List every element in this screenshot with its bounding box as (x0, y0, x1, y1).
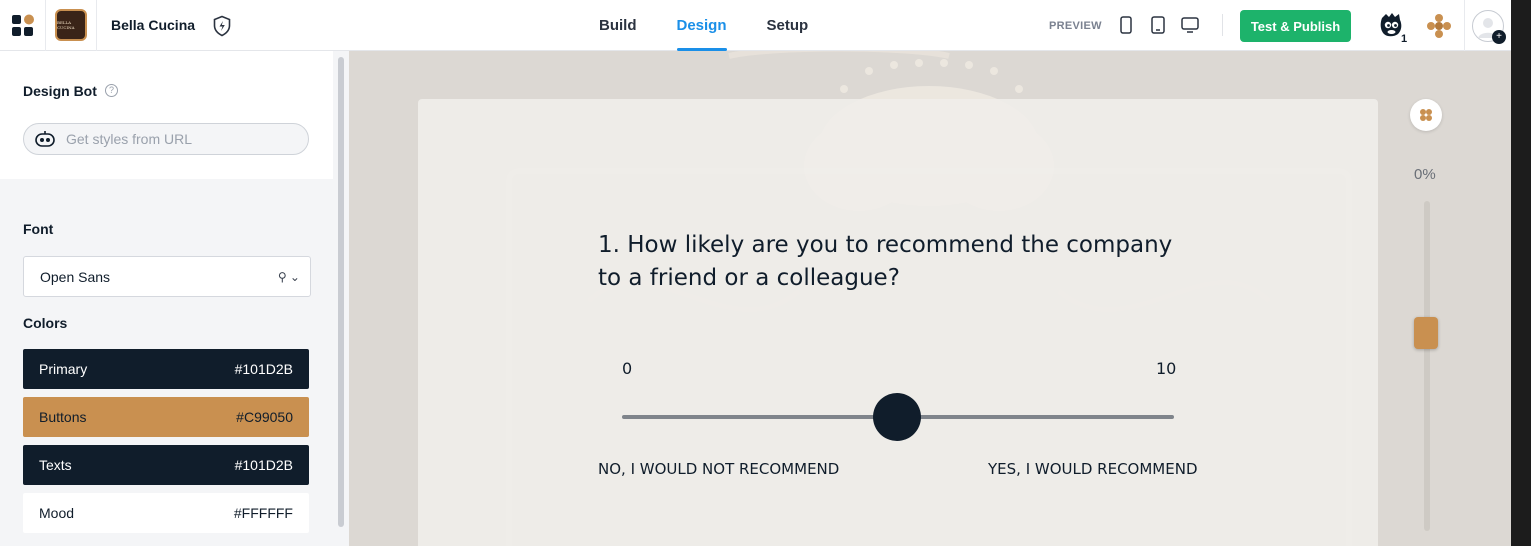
test-publish-button[interactable]: Test & Publish (1240, 10, 1351, 42)
high-anchor-label: YES, I WOULD RECOMMEND (988, 460, 1198, 478)
preview-label: PREVIEW (1049, 20, 1102, 32)
color-texts[interactable]: Texts #101D2B (23, 445, 309, 485)
divider (1222, 14, 1223, 36)
color-value: #101D2B (234, 457, 293, 473)
color-label: Primary (39, 361, 88, 377)
brand-badge-button[interactable] (1410, 99, 1442, 131)
app-logo-icon (11, 14, 34, 36)
chevron-down-icon: ⚲ ⌄ (277, 270, 300, 284)
avatar[interactable]: + (1472, 10, 1506, 44)
tab-setup[interactable]: Setup (767, 0, 809, 51)
color-mood[interactable]: Mood #FFFFFF (23, 493, 309, 533)
progress-track (1424, 201, 1430, 531)
integrations-icon[interactable] (1426, 13, 1452, 39)
color-buttons[interactable]: Buttons #C99050 (23, 397, 309, 437)
color-value: #C99050 (236, 409, 293, 425)
colors-title: Colors (23, 315, 68, 331)
app-logo-icon (1420, 109, 1432, 121)
color-value: #101D2B (234, 361, 293, 377)
tab-build[interactable]: Build (599, 0, 637, 51)
brand-logo: BELLA CUCINA (55, 9, 87, 41)
design-bot-title: Design Bot (23, 83, 97, 99)
progress-percent: 0% (1414, 166, 1436, 183)
color-label: Mood (39, 505, 75, 521)
window-edge (1511, 0, 1531, 546)
style-url-input[interactable]: Get styles from URL (23, 123, 309, 155)
tablet-preview-icon[interactable] (1151, 16, 1165, 34)
color-label: Texts (39, 457, 72, 473)
tab-design[interactable]: Design (676, 0, 727, 51)
divider (1464, 0, 1465, 51)
divider (96, 0, 97, 51)
progress-handle[interactable] (1414, 317, 1438, 349)
design-bot-panel: Design Bot ? Get styles from URL (0, 51, 333, 179)
font-title: Font (23, 221, 54, 237)
scale-min-label: 0 (622, 359, 633, 378)
bot-icon (35, 131, 55, 147)
font-selected-value: Open Sans (40, 268, 111, 285)
project-name[interactable]: Bella Cucina (111, 17, 195, 33)
brand-logo-text: BELLA CUCINA (57, 20, 75, 30)
help-icon[interactable]: ? (105, 84, 118, 97)
top-bar: BELLA CUCINA Bella Cucina Build Design S… (0, 0, 1511, 51)
scale-max-label: 10 (1156, 359, 1177, 378)
question-card: 1. How likely are you to recommend the c… (418, 99, 1378, 546)
question-text: 1. How likely are you to recommend the c… (598, 232, 1173, 291)
style-url-placeholder: Get styles from URL (66, 131, 193, 147)
main-tabs: Build Design Setup (599, 0, 848, 51)
notification-count: 1 (1401, 33, 1408, 45)
survey-preview-canvas: 1. How likely are you to recommend the c… (349, 51, 1511, 546)
add-account-icon: + (1492, 30, 1506, 44)
shield-bolt-icon[interactable] (212, 15, 232, 37)
mobile-preview-icon[interactable] (1120, 16, 1132, 34)
color-primary[interactable]: Primary #101D2B (23, 349, 309, 389)
nps-slider-thumb[interactable] (873, 393, 921, 441)
color-label: Buttons (39, 409, 87, 425)
app-logo[interactable] (0, 0, 46, 51)
font-select[interactable]: Open Sans ⚲ ⌄ (23, 256, 311, 297)
color-value: #FFFFFF (233, 505, 293, 521)
desktop-preview-icon[interactable] (1181, 16, 1199, 34)
low-anchor-label: NO, I WOULD NOT RECOMMEND (598, 460, 840, 478)
design-sidebar: Design Bot ? Get styles from URL Font Op… (0, 51, 349, 546)
sidebar-scrollbar-thumb[interactable] (338, 57, 344, 527)
